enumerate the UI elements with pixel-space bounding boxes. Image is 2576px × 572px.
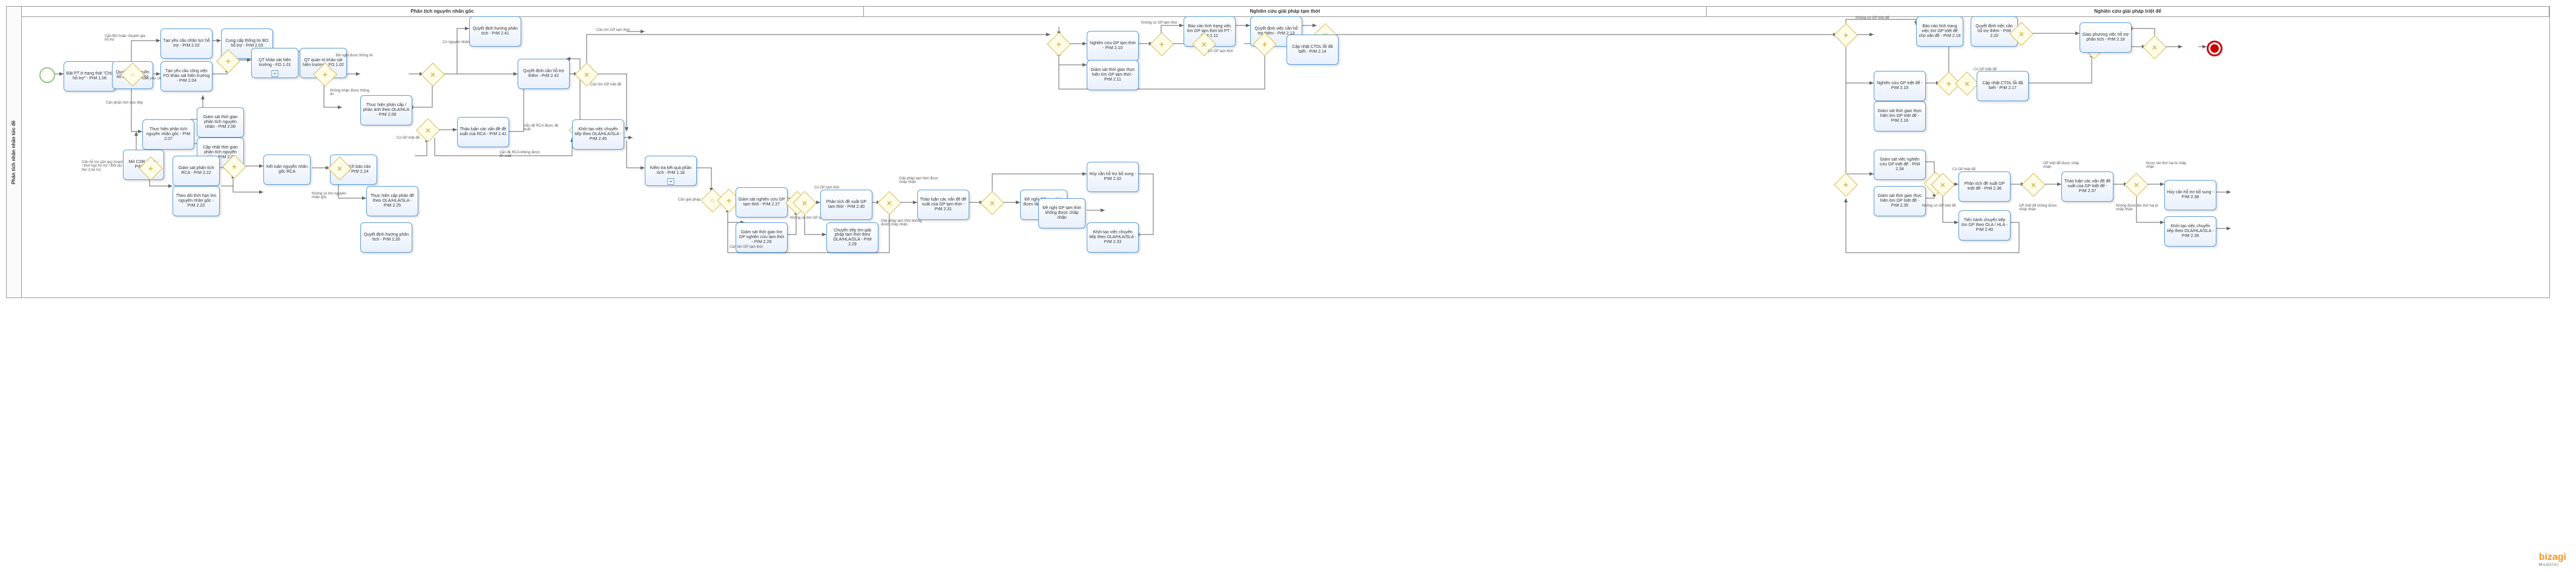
gateway-exclusive (2143, 35, 2167, 59)
task[interactable]: Cập nhật CTDL lỗi đã biết - PrM 2.14 (1286, 35, 1339, 65)
watermark: bizagi Modeler (2539, 552, 2566, 567)
edge-label: Giải pháp tạm thời được chấp nhận (899, 177, 941, 185)
lanes-container: Phân tích nguyên nhân gốc Nghiên cứu giả… (21, 7, 2549, 298)
task[interactable]: Giám sát thời gian thực hiện tìm GP triệ… (1874, 186, 1926, 216)
edge-label: Không có GP triệt để (1922, 204, 1956, 208)
edge-label: Không có GP triệt để (1856, 16, 1889, 20)
subprocess[interactable]: Kiểm tra kết quả phân tích - PrM 1.18 (645, 156, 697, 186)
task[interactable]: Báo cáo tình trạng việc tìm GP triệt để … (1916, 16, 1963, 47)
task[interactable]: Giám sát thời gian phân tích nguyên nhân… (197, 107, 244, 138)
gateway-parallel (1047, 32, 1071, 56)
edge-label: Vẫn đề RCA được đề xuất (524, 124, 566, 132)
start-event (39, 67, 55, 83)
task[interactable]: Đặt PT ở trạng thái "Chờ hỗ trợ" - PrM 1… (64, 61, 116, 91)
edge-label: Có GP triệt để (397, 136, 420, 140)
pool-label-text: Phân tích nhân nhân tức đề (12, 120, 17, 184)
task[interactable]: Thảo luận các vấn đề đề xuất của RCA - P… (457, 117, 509, 147)
task[interactable]: Giám sát phân tích RCA - PrM 2.22 (173, 156, 220, 186)
watermark-tag: Modeler (2539, 563, 2566, 567)
task[interactable]: Tạo yêu cầu nhân lực hỗ trợ - PrM 2.02 (160, 28, 212, 59)
edge-label: Cần hỗ trợ cần quy hoạch / thời hạn hỗ t… (82, 161, 124, 172)
gateway-exclusive (1955, 72, 1979, 96)
lane-header: Nghiên cứu giải pháp triệt để (1707, 7, 2549, 16)
lane-header: Phân tích nguyên nhân gốc (21, 7, 864, 16)
task[interactable]: Hủy cần hỗ trợ bổ sung - PrM 2.38 (2164, 180, 2216, 210)
task[interactable]: Quyết định cần hỗ trợ thêm - PrM 2.42 (518, 59, 570, 89)
task[interactable]: Giám sát nghiên cứu GP tạm thời - PrM 2.… (736, 187, 788, 218)
gateway-exclusive (421, 62, 445, 87)
gateway-exclusive (2021, 173, 2046, 197)
edge-label: GP triệt để không được chấp nhận (2019, 204, 2061, 212)
task[interactable]: Thảo luận các vấn đề đề xuất của GP tạm … (917, 190, 969, 220)
task[interactable]: Quyết định hướng phân tích - PrM 2.41 (469, 16, 521, 47)
watermark-brand: bizagi (2539, 552, 2566, 562)
pool-label: Phân tích nhân nhân tức đề (7, 7, 22, 298)
bpmn-pool: Phân tích nhân nhân tức đề Phân tích ngu… (6, 6, 2550, 298)
edge-label: Không được lần thứ hai bị chấp nhận (2116, 204, 2158, 212)
gateway-exclusive (980, 191, 1004, 215)
task[interactable]: Thảo luận các vấn đề đề xuất của GP triệ… (2061, 171, 2113, 202)
task[interactable]: Quyết định hướng phân tích - PrM 2.26 (360, 222, 412, 253)
edge-label: Cần BO hoặc chuyên gia hỗ trợ (105, 35, 147, 42)
task[interactable]: Theo dõi thời hạn tìm nguyên nhân gốc - … (173, 186, 220, 216)
gateway-exclusive (877, 191, 901, 215)
task[interactable]: Giám sát thời gian thực hiện tìm GP triệ… (1874, 101, 1926, 131)
task[interactable]: Giao phương việc hỗ trợ phân tích - PrM … (2080, 22, 2132, 53)
task[interactable]: Khởi tạo việc chuyển tiếp theo OLA/HLA/S… (1087, 222, 1139, 253)
edge-label: Được lần thứ hai bị chấp nhận (2146, 162, 2189, 170)
task[interactable]: Nghiên cứu GP triệt để - PrM 2.15 (1874, 71, 1926, 101)
task[interactable]: Khởi tạo việc chuyển tiếp theo OLA/HLA/S… (572, 119, 624, 150)
edge-label: Có GP tạm thời (1208, 50, 1233, 53)
end-event (2207, 41, 2222, 56)
task[interactable]: Giám sát thời gian thực hiện tìm GP tạm … (1087, 60, 1139, 90)
task[interactable]: Thực hiện phản cấp / phản ánh theo OLA/H… (360, 95, 412, 125)
gateway-exclusive (416, 118, 440, 142)
edge-label: Cần phân tích trực tiếp (106, 101, 143, 105)
gateway-parallel (1150, 32, 1174, 56)
task[interactable]: Thực hiện phân tích nguyên nhân gốc - Pr… (142, 119, 194, 150)
task[interactable]: Giám sát việc nghiên cứu GP triệt để - P… (1874, 150, 1926, 180)
bpmn-canvas: Đặt PT ở trạng thái "Chờ hỗ trợ" - PrM 1… (21, 16, 2549, 298)
edge-label: Không có GP tạm thời (1141, 21, 1177, 25)
subprocess[interactable]: QT khảo sát hiện trường - FO 1.01 (251, 48, 298, 78)
task[interactable]: Khởi tạo việc chuyển tiếp theo OLA/HLA/S… (2164, 216, 2216, 247)
edge-label: Giải pháp tạm thời không được chấp nhận (881, 219, 923, 227)
edge-label: Không có tìm nguyên nhân gốc (312, 192, 354, 200)
task[interactable]: Nghiên cứu GP tạm thời - PrM 2.10 (1087, 31, 1139, 61)
gateway-exclusive (2124, 173, 2149, 197)
edge-label: Cần tìm GP tạm thời (730, 245, 763, 249)
task[interactable]: Cập nhật CTDL lỗi đã biết - PrM 2.17 (1977, 71, 2029, 101)
task[interactable]: Tạo yêu cầu công việc FO khảo sát hiện t… (160, 61, 212, 91)
edge-label: GP triệt để được chấp nhận (2043, 162, 2086, 170)
task[interactable]: Kết luận nguyên nhân gốc RCA (263, 155, 311, 185)
task[interactable]: Chuyển tiếp tìm giải pháp tạm thời theo … (826, 222, 878, 253)
task[interactable]: Tiến hành chuyển tiếp tìm GP theo OLA / … (1958, 210, 2011, 241)
lane-header: Nghiên cứu giải pháp tạm thời (864, 7, 1707, 16)
task[interactable]: Thực hiện cấp phản đề theo OLA/HLA/SLA -… (366, 186, 418, 216)
task[interactable]: Đề nghị GP tạm thời không được chấp nhận (1038, 198, 1085, 228)
task[interactable]: Phân tích đề xuất GP tạm thời - PrM 2.30 (820, 190, 872, 220)
edge-label: Cần tìm GP triệt để (590, 83, 621, 87)
task[interactable]: Phân tích đề xuất GP triệt để - PrM 2.36 (1958, 171, 2011, 202)
edge-label: Đề nghị được thông tin (336, 54, 373, 58)
edge-label: Vẫn đề RCA không được đề xuất (499, 151, 542, 159)
task[interactable]: Hủy cần hỗ trợ bổ sung - PrM 2.32 (1087, 162, 1139, 192)
gateway-parallel (1834, 23, 1858, 47)
edge-label: Cần giải pháp (678, 198, 700, 202)
gateway-parallel (1834, 173, 1858, 197)
sequence-flows (21, 16, 2549, 298)
edge-label: Cần tìm GP tạm thời (596, 28, 630, 32)
lane-headers: Phân tích nguyên nhân gốc Nghiên cứu giả… (21, 7, 2549, 17)
